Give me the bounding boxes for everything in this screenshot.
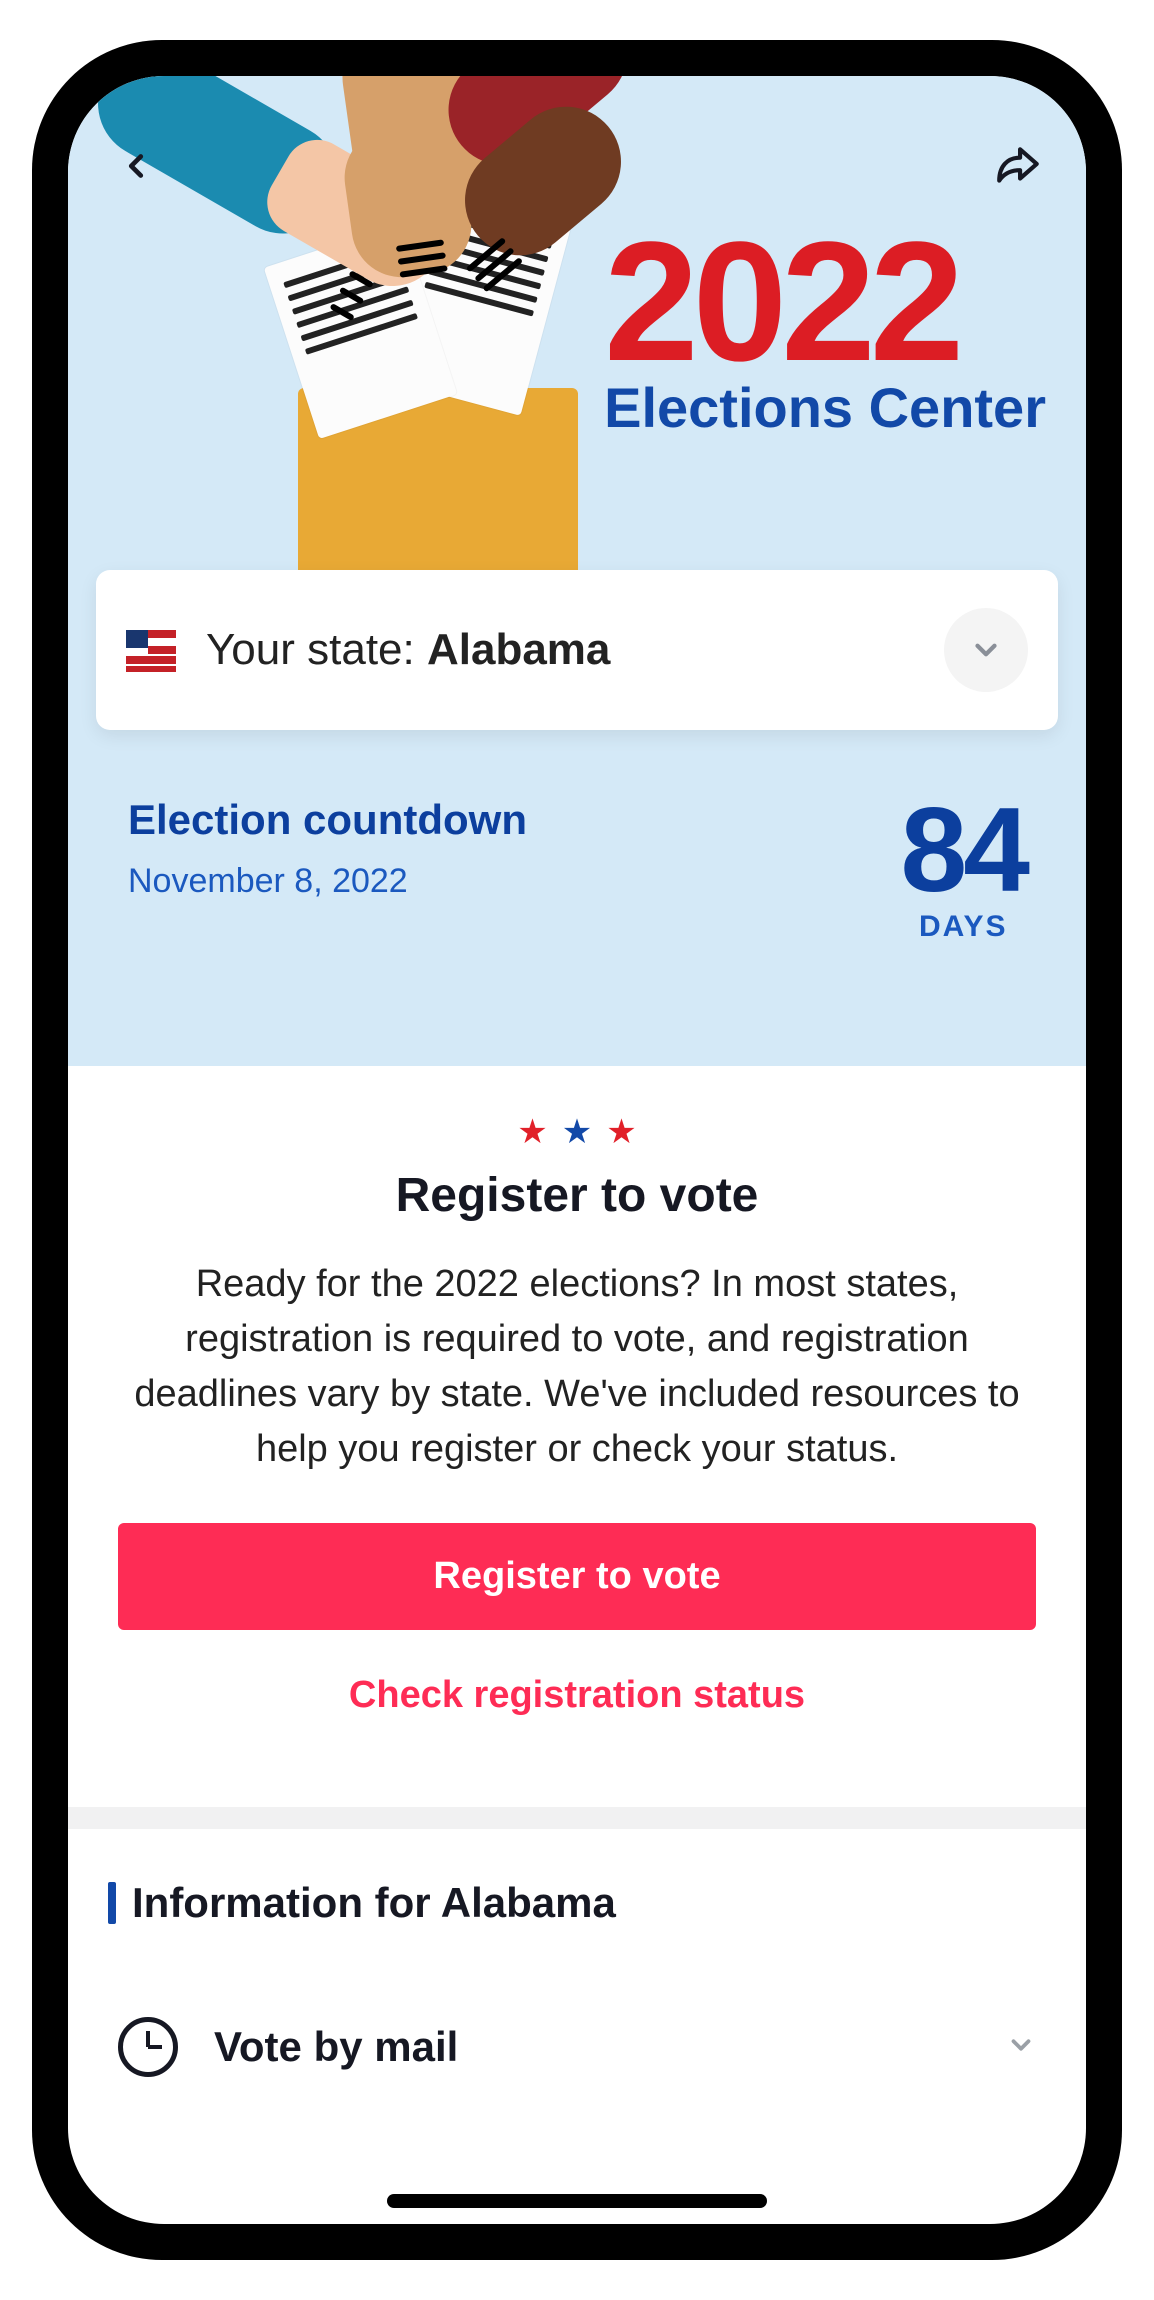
countdown-title: Election countdown [128,796,527,844]
stars-decoration: ★ ★ ★ [118,1112,1036,1152]
state-label: Your state: Alabama [206,625,610,675]
star-icon: ★ [517,1112,547,1152]
us-flag-icon [126,630,176,670]
screen: 2022 Elections Center Your state: Alabam… [68,76,1086,2224]
vote-by-mail-row[interactable]: Vote by mail [108,1987,1046,2107]
register-to-vote-button[interactable]: Register to vote [118,1523,1036,1630]
accent-bar [108,1882,116,1924]
countdown-block: Election countdown November 8, 2022 84 D… [128,796,1026,944]
chevron-left-icon [117,143,155,189]
countdown-days-label: DAYS [901,910,1026,944]
hero-section: 2022 Elections Center Your state: Alabam… [68,76,1086,1066]
state-name: Alabama [427,625,610,674]
info-heading-row: Information for Alabama [108,1879,1046,1927]
clock-icon [118,2017,178,2077]
chevron-down-icon [969,633,1003,667]
countdown-date: November 8, 2022 [128,862,527,901]
star-icon: ★ [606,1112,636,1152]
state-expand-button[interactable] [944,608,1028,692]
section-divider [68,1807,1086,1829]
home-indicator [387,2194,767,2208]
register-body: Ready for the 2022 elections? In most st… [118,1257,1036,1477]
share-arrow-icon [993,141,1043,191]
state-selector[interactable]: Your state: Alabama [96,570,1058,730]
accordion-label: Vote by mail [214,2023,458,2071]
back-button[interactable] [106,136,166,196]
info-section: Information for Alabama Vote by mail [68,1829,1086,2107]
hero-year: 2022 [604,226,1046,379]
info-heading: Information for Alabama [132,1879,616,1927]
hero-title: 2022 Elections Center [604,226,1046,440]
star-icon: ★ [562,1112,592,1152]
register-section: ★ ★ ★ Register to vote Ready for the 202… [68,1066,1086,1807]
state-prefix: Your state: [206,625,427,674]
chevron-down-icon [1006,2030,1036,2060]
check-registration-link[interactable]: Check registration status [118,1674,1036,1717]
share-button[interactable] [988,136,1048,196]
countdown-days-number: 84 [901,796,1026,904]
expand-icon [1006,2030,1036,2065]
phone-frame: 2022 Elections Center Your state: Alabam… [32,40,1122,2260]
register-title: Register to vote [118,1168,1036,1223]
hero-subtitle: Elections Center [604,375,1046,440]
